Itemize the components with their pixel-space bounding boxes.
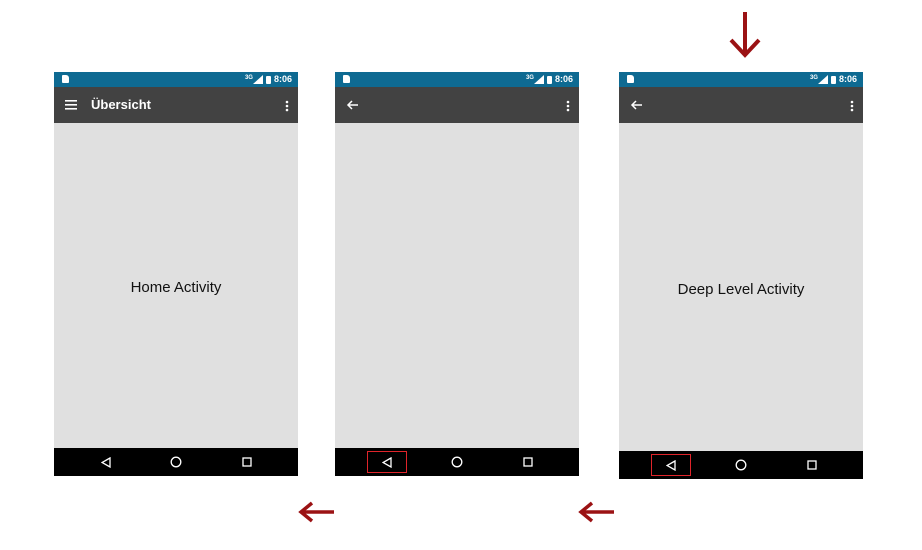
screen-intermediate: 3G 8:06	[335, 72, 579, 476]
status-bar: 3G 8:06	[335, 72, 579, 87]
home-button[interactable]	[437, 451, 477, 473]
recent-apps-button[interactable]	[792, 454, 832, 476]
sim-card-icon	[62, 75, 69, 83]
back-triangle-icon	[382, 456, 392, 468]
toolbar: Übersicht	[54, 87, 298, 123]
battery-icon	[546, 75, 552, 84]
navigation-bar	[619, 451, 863, 479]
network-type: 3G	[809, 74, 818, 81]
recent-apps-button[interactable]	[508, 451, 548, 473]
network-type: 3G	[525, 74, 534, 81]
status-time: 8:06	[838, 74, 857, 84]
back-arrow-icon[interactable]	[628, 95, 648, 115]
home-button[interactable]	[721, 454, 761, 476]
toolbar	[619, 87, 863, 123]
battery-icon	[265, 75, 271, 84]
content-text: Deep Level Activity	[677, 280, 805, 298]
navigation-bar	[54, 448, 298, 476]
status-time: 8:06	[554, 74, 573, 84]
status-time: 8:06	[273, 74, 292, 84]
back-button[interactable]	[651, 454, 691, 476]
toolbar-title: Übersicht	[91, 97, 151, 112]
left-arrow-icon	[578, 501, 614, 523]
back-button[interactable]	[367, 451, 407, 473]
back-triangle-icon	[666, 459, 676, 471]
recent-square-icon	[523, 457, 533, 467]
overflow-menu-icon[interactable]	[285, 99, 289, 113]
signal-icon	[252, 75, 263, 84]
hamburger-menu-icon[interactable]	[63, 95, 83, 115]
signal-icon	[533, 75, 544, 84]
content-area: Home Activity	[54, 123, 298, 448]
overflow-menu-icon[interactable]	[850, 99, 854, 113]
content-area: Deep Level Activity	[619, 123, 863, 451]
back-arrow-icon[interactable]	[344, 95, 364, 115]
back-triangle-icon	[101, 456, 111, 468]
status-bar: 3G 8:06	[619, 72, 863, 87]
signal-icon	[817, 75, 828, 84]
recent-apps-button[interactable]	[227, 451, 267, 473]
battery-icon	[830, 75, 836, 84]
toolbar	[335, 87, 579, 123]
left-arrow-icon	[298, 501, 334, 523]
navigation-bar	[335, 448, 579, 476]
sim-card-icon	[343, 75, 350, 83]
screen-home: 3G 8:06 Übersicht Home Activity	[54, 72, 298, 476]
status-bar: 3G 8:06	[54, 72, 298, 87]
sim-card-icon	[627, 75, 634, 83]
content-area	[335, 123, 579, 448]
home-circle-icon	[451, 456, 463, 468]
network-type: 3G	[244, 74, 253, 81]
down-arrow-icon	[729, 12, 761, 58]
home-button[interactable]	[156, 451, 196, 473]
home-circle-icon	[735, 459, 747, 471]
content-text: Home Activity	[130, 279, 222, 296]
recent-square-icon	[807, 460, 817, 470]
back-button[interactable]	[86, 451, 126, 473]
screen-deep-level: 3G 8:06 Deep Level Activity	[619, 72, 863, 479]
overflow-menu-icon[interactable]	[566, 99, 570, 113]
home-circle-icon	[170, 456, 182, 468]
recent-square-icon	[242, 457, 252, 467]
